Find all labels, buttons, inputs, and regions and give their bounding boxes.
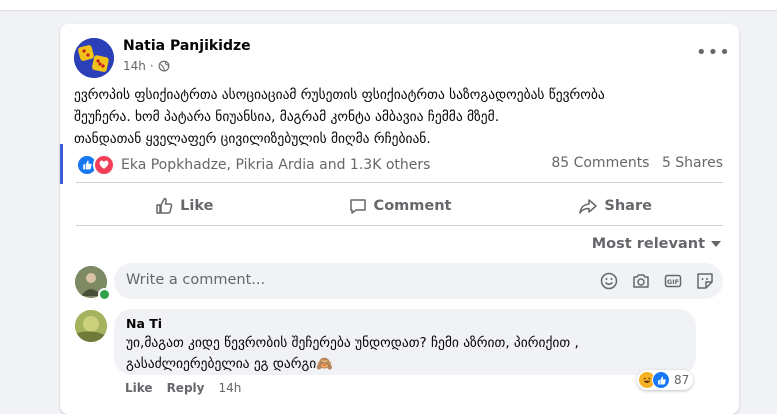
like-button[interactable]: Like <box>76 190 292 222</box>
commenter-avatar[interactable] <box>75 310 107 342</box>
share-arrow-icon <box>579 199 598 214</box>
chevron-down-icon <box>711 241 721 247</box>
post-text: ევროპის ფსიქიატრთა ასოციაციამ რუსეთის ფს… <box>74 84 724 150</box>
divider <box>76 225 723 226</box>
post-time[interactable]: 14h <box>123 59 146 73</box>
author-avatar[interactable] <box>74 38 114 78</box>
post-text-line: შეუჩერა. ხომ პატარა ნიუანსია, მაგრამ კონ… <box>74 109 499 125</box>
comment-bubble: Na Ti უი,მაგათ კიდე წევრობის შეჩერება უნ… <box>114 309 696 375</box>
like-thumb-icon <box>156 197 173 214</box>
gif-icon[interactable]: GIF <box>663 271 683 291</box>
globe-icon <box>158 60 170 72</box>
comment-reaction-count: 87 <box>674 373 690 387</box>
love-reaction-icon <box>93 154 115 176</box>
comment-time[interactable]: 14h <box>218 381 241 395</box>
camera-icon[interactable] <box>631 271 651 291</box>
focus-indicator <box>60 144 63 184</box>
post-card: Natia Panjikidze 14h · ••• ევროპის ფსიქი… <box>60 24 739 414</box>
meta-separator: · <box>149 59 154 73</box>
shares-count[interactable]: 5 Shares <box>662 155 723 171</box>
divider <box>76 182 723 183</box>
emoji-icon[interactable] <box>599 271 619 291</box>
comment-actions: Like Reply 14h <box>125 381 241 395</box>
composer-tools: GIF <box>599 271 715 291</box>
more-options-button[interactable]: ••• <box>696 42 731 63</box>
engagement-counts: 85 Comments 5 Shares <box>551 155 723 171</box>
current-user-avatar[interactable] <box>75 266 111 301</box>
comment-text: უი,მაგათ კიდე წევრობის შეჩერება უნდოდათ?… <box>126 333 686 375</box>
svg-text:GIF: GIF <box>667 278 679 286</box>
comment-button[interactable]: Comment <box>292 190 508 222</box>
comment-text-line: გასაძლიერებელია ეგ დარგი🙈 <box>126 356 334 372</box>
sort-label: Most relevant <box>591 236 705 252</box>
like-label: Like <box>180 198 214 214</box>
post-actions: Like Comment Share <box>76 190 723 222</box>
share-button[interactable]: Share <box>507 190 723 222</box>
reactors-text[interactable]: Eka Popkhadze, Pikria Ardia and 1.3K oth… <box>121 157 430 173</box>
comment-reply-link[interactable]: Reply <box>167 381 205 395</box>
comment-label: Comment <box>373 198 452 214</box>
post-text-line: ევროპის ფსიქიატრთა ასოციაციამ რუსეთის ფს… <box>74 87 605 103</box>
post-text-line: თანდათან ყველაფერ ცივილიზებულის მიღმა რჩ… <box>74 131 431 147</box>
comment-sort-dropdown[interactable]: Most relevant <box>592 236 721 252</box>
comment-text-line: უი,მაგათ კიდე წევრობის შეჩერება უნდოდათ?… <box>126 335 579 351</box>
share-label: Share <box>604 198 652 214</box>
comment-author-name[interactable]: Na Ti <box>126 316 162 331</box>
top-bar <box>0 0 777 11</box>
online-status-indicator <box>98 288 111 301</box>
post-author-name[interactable]: Natia Panjikidze <box>123 38 251 54</box>
comment-like-link[interactable]: Like <box>125 381 153 395</box>
reactions-summary[interactable]: Eka Popkhadze, Pikria Ardia and 1.3K oth… <box>76 154 430 176</box>
post-meta: 14h · <box>123 59 170 73</box>
comment-input[interactable]: Write a comment... GIF <box>114 263 723 299</box>
comment-reactions-badge[interactable]: 87 <box>637 370 694 390</box>
comment-input-placeholder: Write a comment... <box>126 272 266 288</box>
like-reaction-icon <box>652 371 670 389</box>
sticker-icon[interactable] <box>695 271 715 291</box>
comment-bubble-icon <box>349 199 366 214</box>
comments-count[interactable]: 85 Comments <box>551 155 649 171</box>
